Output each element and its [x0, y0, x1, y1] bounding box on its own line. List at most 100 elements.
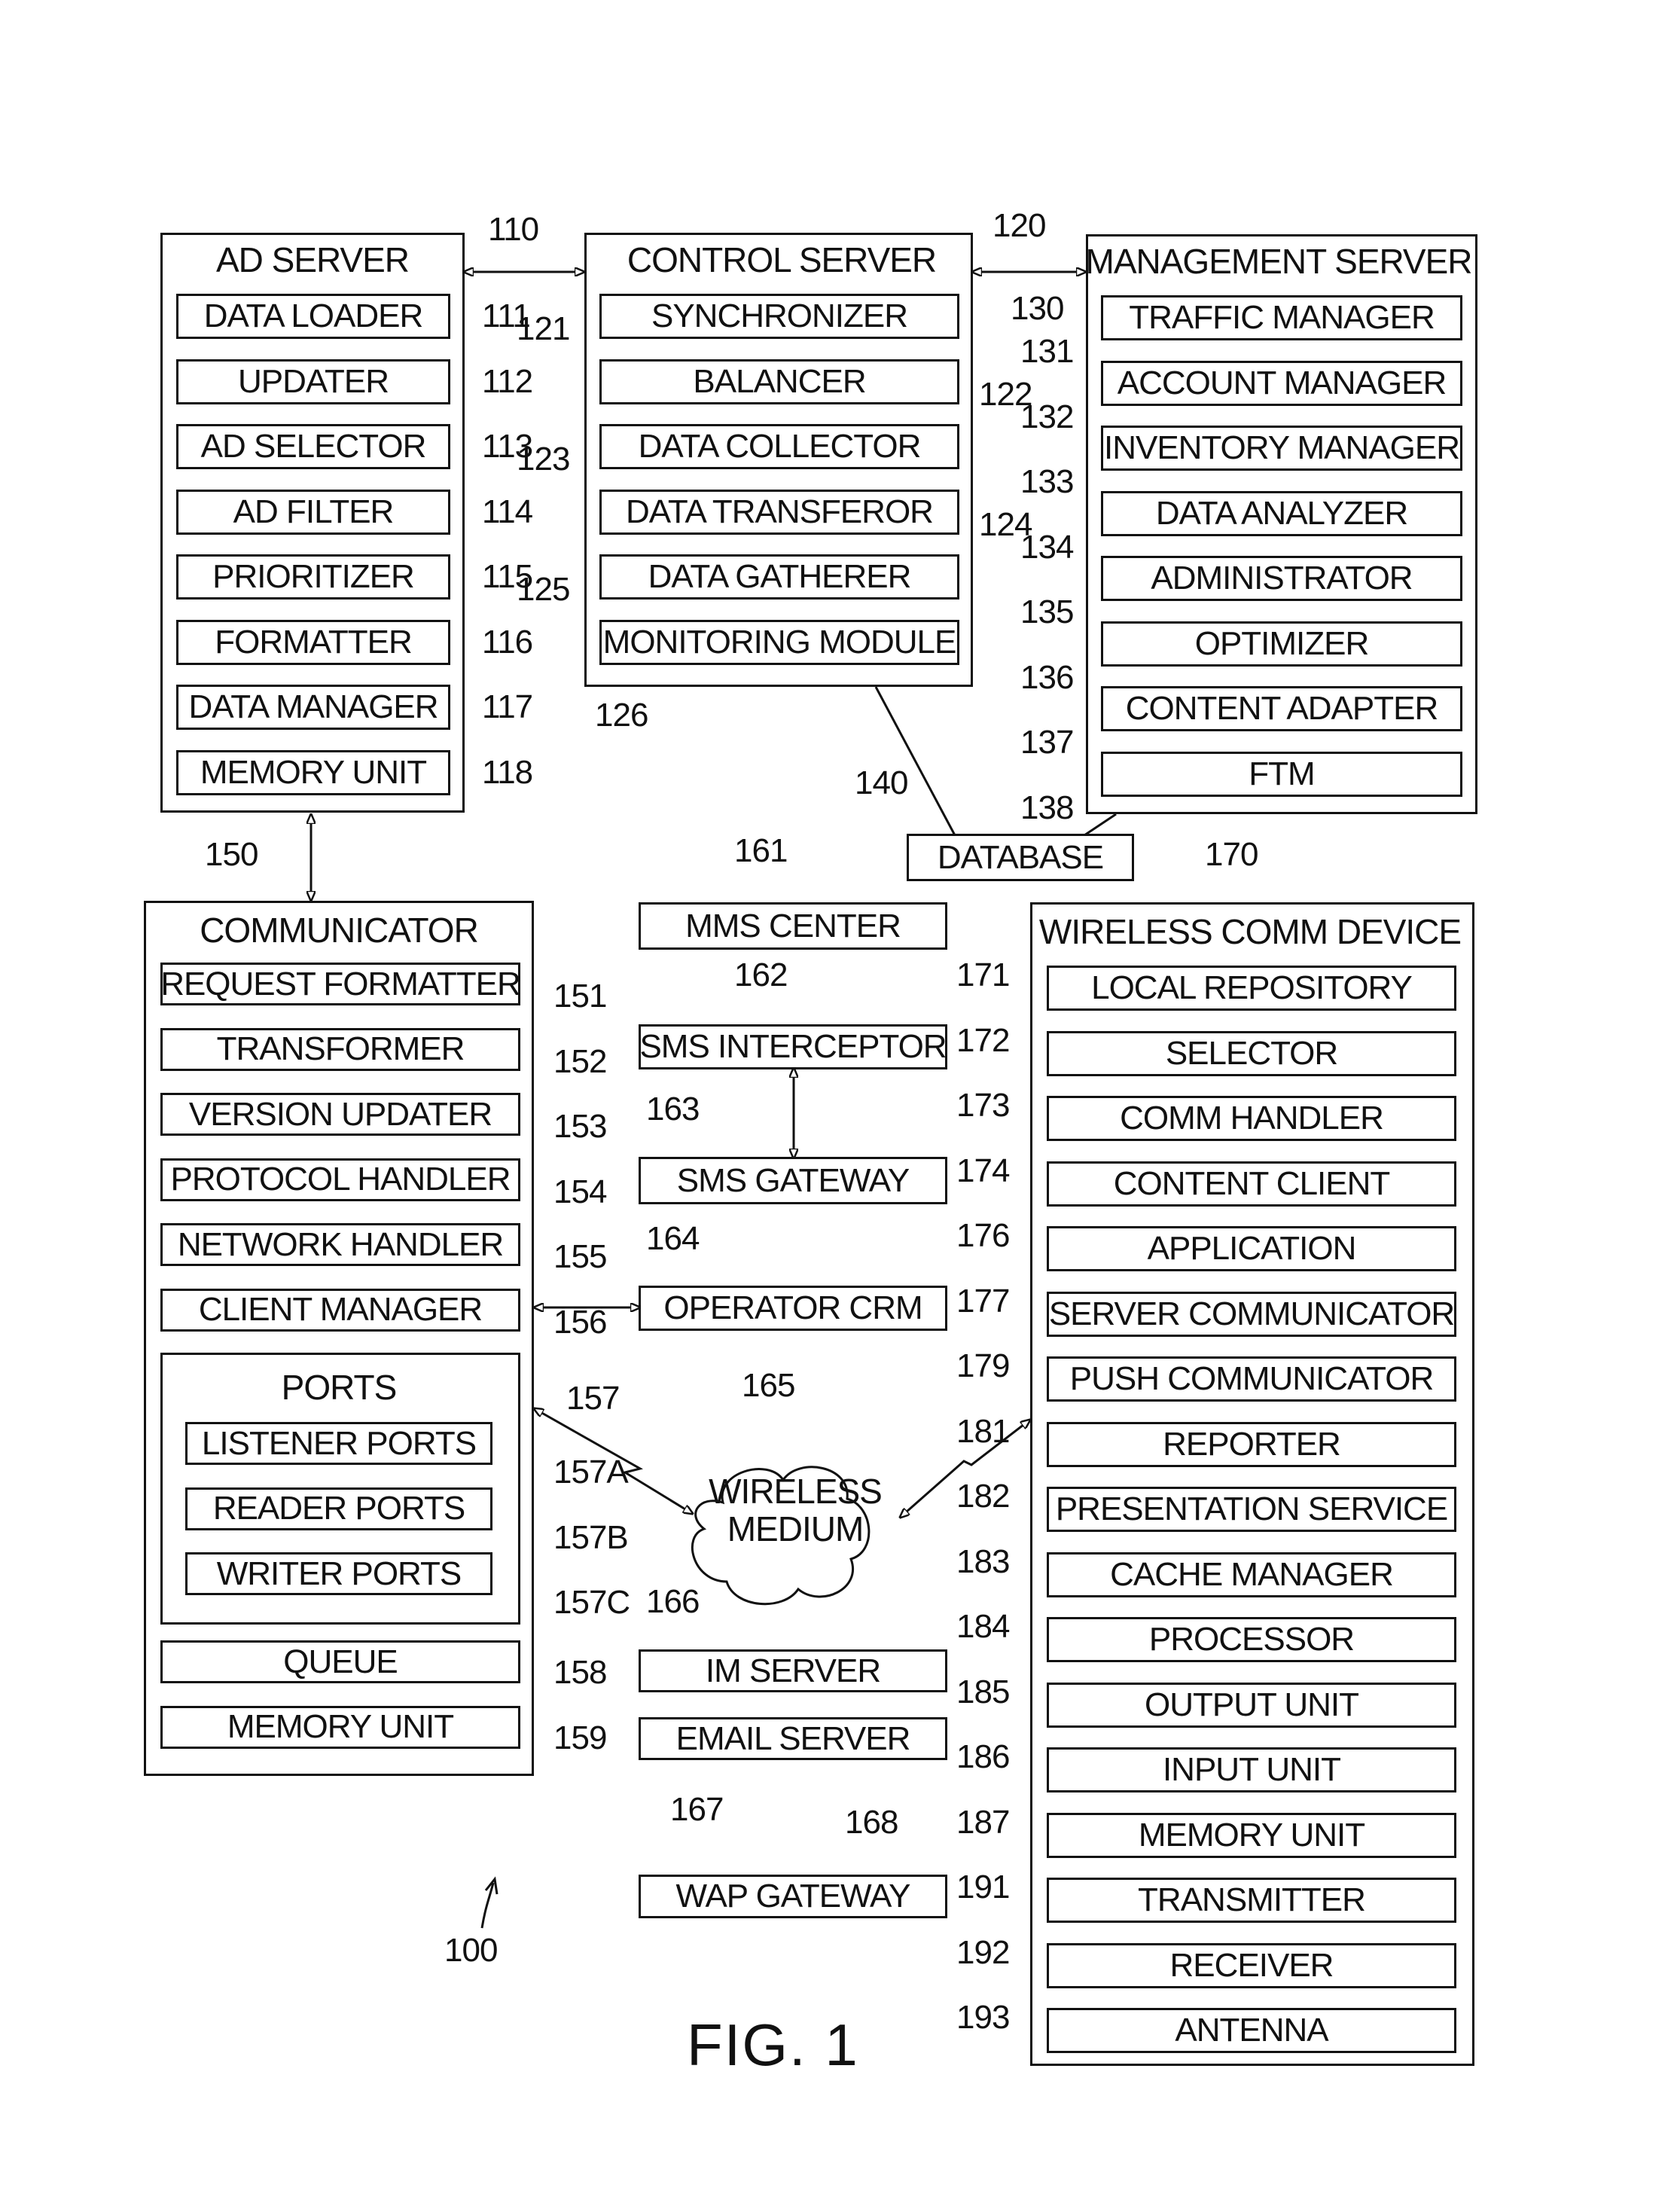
component-label: COMM HANDLER [1120, 1100, 1384, 1137]
reference-numeral: 172 [956, 1021, 1010, 1059]
component-box: DATA LOADER [176, 294, 450, 339]
component-label: RECEIVER [1169, 1946, 1334, 1984]
email-server-box: EMAIL SERVER [639, 1717, 947, 1760]
reference-numeral: 117 [482, 688, 533, 725]
component-box: CONTENT ADAPTER [1101, 686, 1462, 731]
reference-numeral: 123 [517, 441, 570, 477]
reference-numeral: 116 [482, 623, 533, 661]
reference-numeral: 156 [553, 1303, 607, 1341]
component-box: SYNCHRONIZER [599, 294, 959, 339]
leader-100 [480, 1876, 499, 1929]
component-label: DATA ANALYZER [1155, 494, 1408, 532]
wap-gateway-label: WAP GATEWAY [675, 1878, 911, 1915]
component-box: PROCESSOR [1047, 1617, 1456, 1662]
component-label: OUTPUT UNIT [1145, 1686, 1359, 1723]
component-label: DATA MANAGER [188, 688, 438, 725]
reference-numeral: 158 [553, 1654, 607, 1691]
communicator-ref: 150 [205, 836, 258, 873]
reference-numeral: 112 [482, 362, 533, 400]
reference-numeral: 134 [1020, 528, 1074, 566]
reference-numeral: 137 [1020, 724, 1074, 761]
reference-numeral: 157C [553, 1584, 630, 1621]
component-box: DATA MANAGER [176, 685, 450, 730]
component-box: OUTPUT UNIT [1047, 1682, 1456, 1728]
sms-interceptor-box: SMS INTERCEPTOR [639, 1024, 947, 1069]
reference-numeral: 171 [956, 956, 1010, 993]
component-box: LISTENER PORTS [185, 1422, 492, 1465]
wireless-medium-ref: 165 [742, 1367, 795, 1404]
reference-numeral: 174 [956, 1152, 1010, 1189]
system-ref: 100 [444, 1932, 498, 1969]
reference-numeral: 157B [553, 1518, 629, 1556]
ad-server-title: AD SERVER [215, 240, 410, 279]
component-label: MEMORY UNIT [200, 753, 427, 791]
component-label: UPDATER [238, 362, 389, 400]
component-box: DATA COLLECTOR [599, 424, 959, 469]
component-box: FTM [1101, 751, 1462, 797]
ad-server-ref: 110 [488, 211, 539, 248]
reference-numeral: 155 [553, 1238, 607, 1275]
component-label: ACCOUNT MANAGER [1117, 364, 1447, 401]
component-label: CONTENT CLIENT [1113, 1164, 1391, 1202]
reference-numeral: 182 [956, 1478, 1010, 1515]
component-box: REPORTER [1047, 1421, 1456, 1467]
reference-numeral: 157A [553, 1454, 629, 1490]
reference-numeral: 126 [595, 697, 648, 734]
ports-ref: 157 [566, 1380, 620, 1417]
component-box: OPTIMIZER [1101, 621, 1462, 667]
component-box: AD FILTER [176, 489, 450, 535]
sms-gateway-label: SMS GATEWAY [676, 1161, 910, 1199]
line-control-database [874, 686, 956, 836]
reference-numeral: 177 [956, 1282, 1010, 1320]
component-label: CONTENT ADAPTER [1125, 690, 1438, 727]
component-label: VERSION UPDATER [188, 1095, 492, 1133]
component-label: BALANCER [693, 362, 866, 400]
component-box: DATA GATHERER [599, 554, 959, 600]
reference-numeral: 118 [482, 753, 533, 791]
wireless-device-ref: 170 [1205, 836, 1258, 873]
component-box: BALANCER [599, 358, 959, 404]
im-server-label: IM SERVER [705, 1652, 881, 1689]
component-label: WRITER PORTS [216, 1555, 462, 1592]
component-label: TRANSFORMER [216, 1030, 465, 1067]
component-label: MONITORING MODULE [602, 623, 957, 661]
reference-numeral: 133 [1020, 463, 1074, 500]
wireless-medium-label: WIRELESS MEDIUM [709, 1472, 883, 1548]
communicator-title: COMMUNICATOR [200, 911, 479, 950]
sms-interceptor-ref: 162 [734, 956, 788, 993]
reference-numeral: 176 [956, 1217, 1010, 1254]
component-label: MEMORY UNIT [1138, 1816, 1365, 1854]
component-box: RECEIVER [1047, 1942, 1456, 1988]
component-box: APPLICATION [1047, 1226, 1456, 1271]
reference-numeral: 125 [517, 571, 570, 608]
component-box: ADMINISTRATOR [1101, 556, 1462, 601]
component-box: SERVER COMMUNICATOR [1047, 1291, 1456, 1337]
component-label: SYNCHRONIZER [651, 297, 908, 334]
component-label: TRANSMITTER [1138, 1881, 1366, 1918]
component-box: ANTENNA [1047, 2008, 1456, 2053]
component-label: PRESENTATION SERVICE [1055, 1490, 1448, 1527]
sms-interceptor-label: SMS INTERCEPTOR [639, 1028, 947, 1065]
mms-center-label: MMS CENTER [685, 907, 901, 944]
component-box: PRESENTATION SERVICE [1047, 1487, 1456, 1532]
reference-numeral: 152 [553, 1042, 607, 1080]
im-server-ref: 166 [646, 1583, 700, 1620]
reference-numeral: 151 [553, 978, 607, 1014]
component-box: PROTOCOL HANDLER [160, 1158, 520, 1201]
reference-numeral: 132 [1020, 398, 1074, 435]
reference-numeral: 153 [553, 1108, 607, 1145]
component-box: SELECTOR [1047, 1030, 1456, 1076]
component-box: AD SELECTOR [176, 424, 450, 469]
component-box: INPUT UNIT [1047, 1747, 1456, 1792]
component-label: READER PORTS [212, 1490, 465, 1527]
component-label: DATA LOADER [203, 297, 424, 334]
component-box: CLIENT MANAGER [160, 1288, 520, 1332]
component-box: WRITER PORTS [185, 1552, 492, 1595]
component-label: REQUEST FORMATTER [160, 965, 521, 1002]
component-box: TRANSMITTER [1047, 1878, 1456, 1923]
reference-numeral: 181 [956, 1412, 1010, 1450]
reference-numeral: 185 [956, 1673, 1010, 1710]
component-label: DATA GATHERER [648, 558, 912, 595]
component-box: DATA TRANSFEROR [599, 489, 959, 535]
component-label: PROTOCOL HANDLER [170, 1161, 511, 1198]
